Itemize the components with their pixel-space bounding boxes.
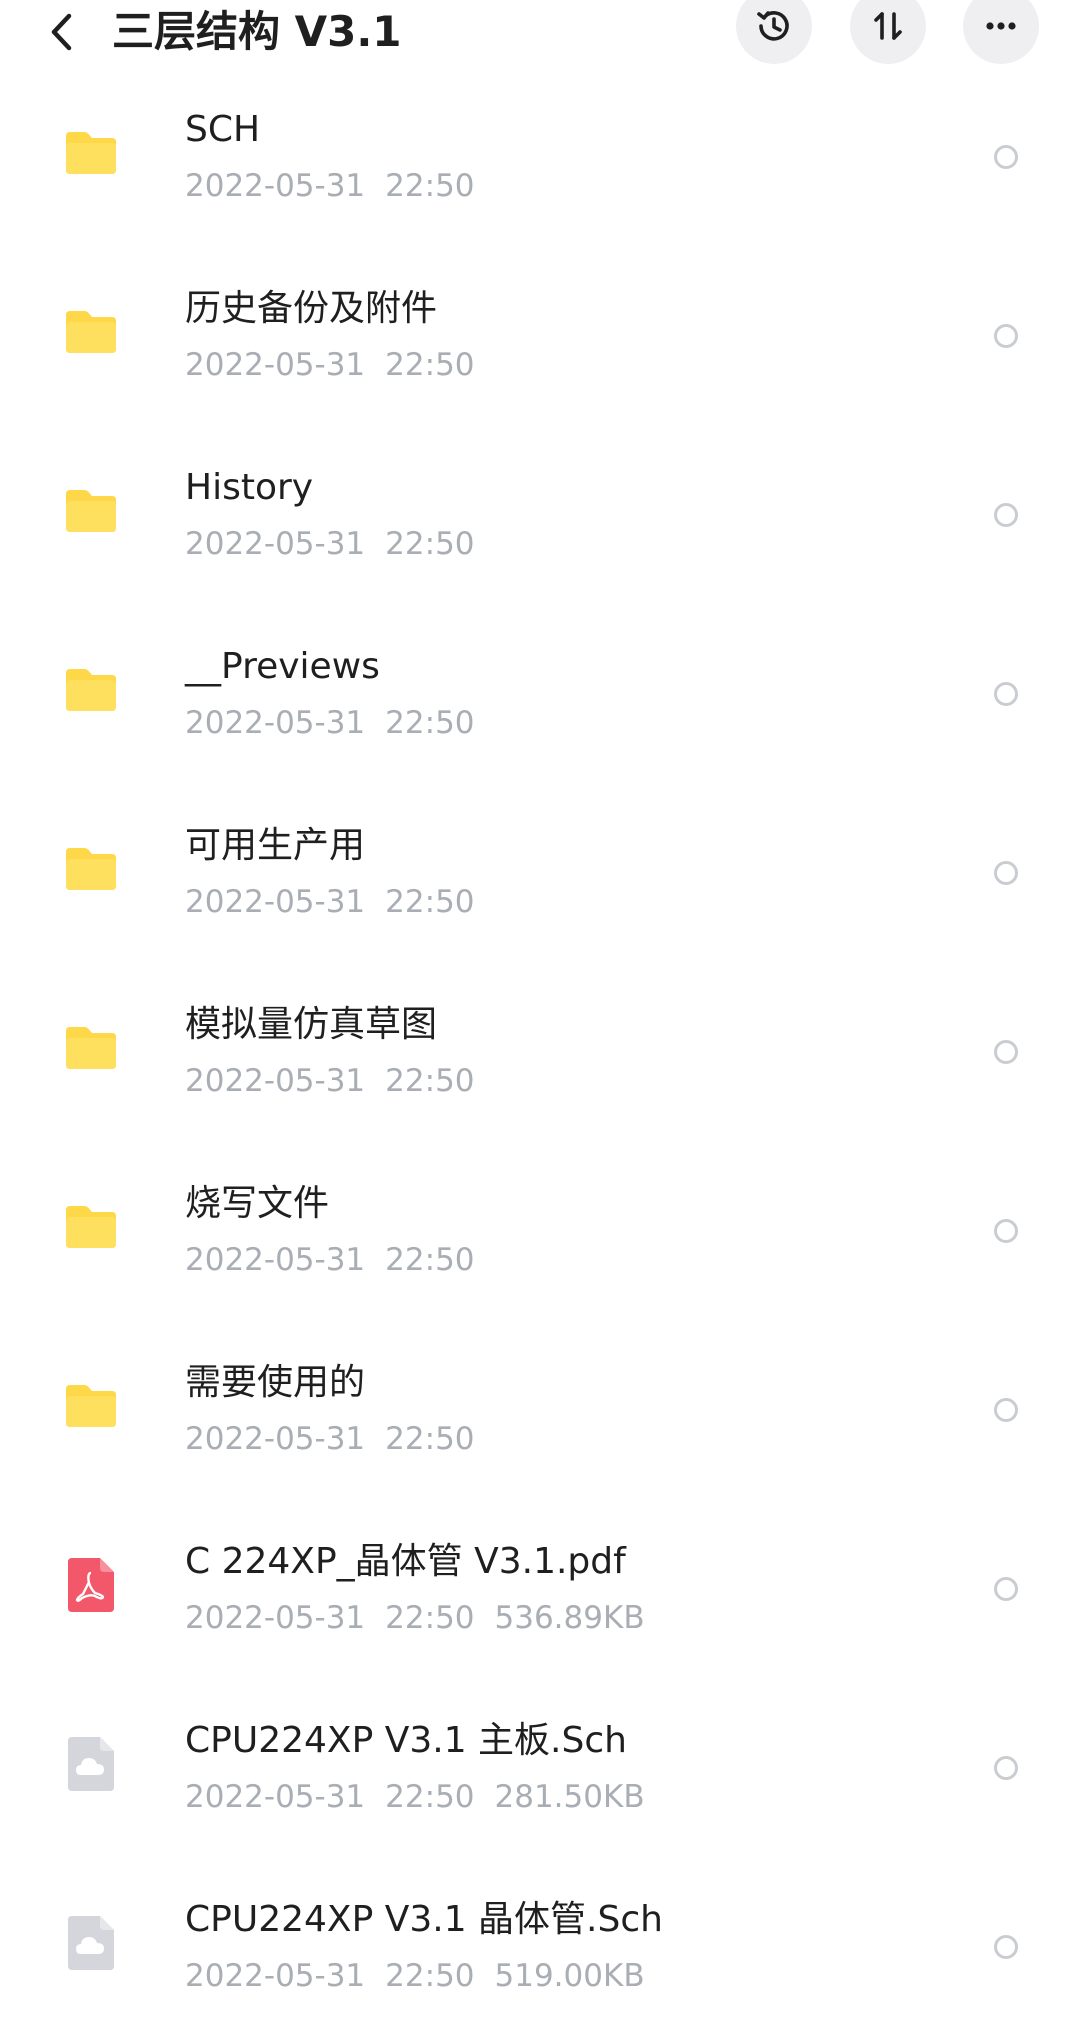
file-meta: 2022-05-31 22:50 [185,703,475,743]
file-date: 2022-05-31 [185,1600,366,1636]
file-row[interactable]: CPU224XP V3.1 晶体管.Sch 2022-05-31 22:50 519… [0,1860,1080,2039]
select-radio[interactable] [994,324,1018,348]
folder-icon [62,667,120,713]
file-meta: 2022-05-31 22:50 [185,882,475,922]
file-time: 22:50 [385,168,475,204]
folder-icon [62,309,120,355]
file-name: 可用生产用 [185,825,366,866]
select-radio[interactable] [994,1398,1018,1422]
folder-icon [62,1025,120,1071]
file-name: __Previews [185,646,380,687]
folder-icon [62,1383,120,1429]
file-row[interactable]: __Previews 2022-05-31 22:50 [0,607,1080,786]
select-radio[interactable] [994,682,1018,706]
folder-icon [62,130,120,176]
file-name: CPU224XP V3.1 晶体管.Sch [185,1899,663,1940]
file-name: 历史备份及附件 [185,288,438,329]
select-radio[interactable] [994,1756,1018,1780]
file-meta: 2022-05-31 22:50 519.00KB [185,1956,645,1996]
file-meta: 2022-05-31 22:50 [185,1061,475,1101]
file-date: 2022-05-31 [185,1242,366,1278]
file-date: 2022-05-31 [185,1958,366,1994]
file-time: 22:50 [385,1600,475,1636]
file-name: 烧写文件 [185,1183,330,1224]
file-row[interactable]: C 224XP_晶体管 V3.1.pdf 2022-05-31 22:50 536.… [0,1502,1080,1681]
file-date: 2022-05-31 [185,705,366,741]
file-row[interactable]: CPU224XP V3.1 主板.Sch 2022-05-31 22:50 281.… [0,1681,1080,1860]
file-row[interactable]: 烧写文件 2022-05-31 22:50 [0,1144,1080,1323]
file-time: 22:50 [385,705,475,741]
file-list: SCH 2022-05-31 22:50 历史备份及附件 2022-05-31 22… [0,70,1080,2039]
select-radio[interactable] [994,861,1018,885]
sort-button[interactable] [850,0,926,64]
file-time: 22:50 [385,1421,475,1457]
file-time: 22:50 [385,1958,475,1994]
file-size: 536.89KB [494,1600,645,1636]
select-radio[interactable] [994,1935,1018,1959]
history-button[interactable] [736,0,812,64]
file-date: 2022-05-31 [185,168,366,204]
cloud-file-icon [66,1735,116,1793]
file-row[interactable]: 可用生产用 2022-05-31 22:50 [0,786,1080,965]
select-radio[interactable] [994,503,1018,527]
file-size: 519.00KB [494,1958,645,1994]
select-radio[interactable] [994,1577,1018,1601]
file-meta: 2022-05-31 22:50 281.50KB [185,1777,645,1817]
file-date: 2022-05-31 [185,884,366,920]
more-button[interactable] [963,0,1039,64]
file-time: 22:50 [385,526,475,562]
sort-arrows-icon [874,12,902,40]
file-row[interactable]: History 2022-05-31 22:50 [0,428,1080,607]
file-time: 22:50 [385,1063,475,1099]
folder-icon [62,846,120,892]
file-date: 2022-05-31 [185,526,366,562]
pdf-file-icon [66,1556,116,1614]
file-name: C 224XP_晶体管 V3.1.pdf [185,1541,626,1582]
file-row[interactable]: SCH 2022-05-31 22:50 [0,70,1080,249]
file-time: 22:50 [385,1779,475,1815]
folder-icon [62,488,120,534]
more-horizontal-icon [986,22,1016,30]
file-row[interactable]: 模拟量仿真草图 2022-05-31 22:50 [0,965,1080,1144]
file-size: 281.50KB [494,1779,645,1815]
file-name: CPU224XP V3.1 主板.Sch [185,1720,627,1761]
back-button[interactable] [40,4,84,60]
file-meta: 2022-05-31 22:50 [185,166,475,206]
file-row[interactable]: 需要使用的 2022-05-31 22:50 [0,1323,1080,1502]
file-time: 22:50 [385,347,475,383]
file-date: 2022-05-31 [185,1063,366,1099]
select-radio[interactable] [994,1040,1018,1064]
file-meta: 2022-05-31 22:50 [185,1240,475,1280]
cloud-file-icon [66,1914,116,1972]
file-name: 模拟量仿真草图 [185,1004,438,1045]
file-name: History [185,467,314,508]
select-radio[interactable] [994,145,1018,169]
select-radio[interactable] [994,1219,1018,1243]
folder-icon [62,1204,120,1250]
file-time: 22:50 [385,884,475,920]
file-meta: 2022-05-31 22:50 [185,1419,475,1459]
file-meta: 2022-05-31 22:50 536.89KB [185,1598,645,1638]
file-row[interactable]: 历史备份及附件 2022-05-31 22:50 [0,249,1080,428]
file-name: 需要使用的 [185,1362,366,1403]
file-meta: 2022-05-31 22:50 [185,524,475,564]
file-date: 2022-05-31 [185,1421,366,1457]
file-date: 2022-05-31 [185,1779,366,1815]
page-title: 三层结构 V3.1 [112,7,402,56]
top-bar: 三层结构 V3.1 [0,0,1080,64]
history-clock-icon [757,11,789,41]
file-time: 22:50 [385,1242,475,1278]
file-date: 2022-05-31 [185,347,366,383]
file-meta: 2022-05-31 22:50 [185,345,475,385]
file-name: SCH [185,109,261,150]
chevron-left-icon [51,13,72,51]
